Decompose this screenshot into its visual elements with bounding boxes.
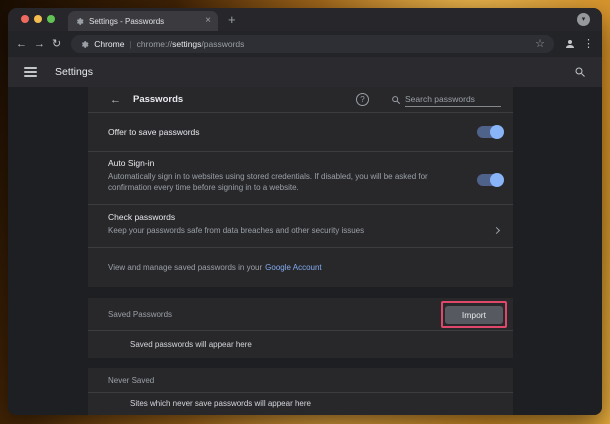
never-saved-empty-text: Sites which never save passwords will ap…: [130, 399, 311, 408]
settings-title: Settings: [55, 66, 93, 78]
url-scheme: chrome://: [136, 39, 173, 49]
check-passwords-row[interactable]: Check passwords Keep your passwords safe…: [88, 205, 513, 248]
saved-passwords-label: Saved Passwords: [108, 309, 173, 319]
annotation-highlight-box: Import: [440, 300, 507, 328]
browser-menu-icon[interactable]: ⋮: [583, 38, 594, 50]
search-passwords-group: [391, 92, 501, 107]
search-passwords-input[interactable]: [405, 92, 501, 107]
saved-passwords-empty-text: Saved passwords will appear here: [130, 340, 252, 349]
auto-sign-in-toggle[interactable]: [477, 173, 504, 187]
never-saved-label: Never Saved: [108, 375, 155, 385]
site-name-label: Chrome: [94, 39, 125, 49]
url-path: /passwords: [201, 39, 245, 49]
forward-button[interactable]: →: [34, 38, 45, 50]
never-saved-section: Never Saved Sites which never save passw…: [88, 368, 513, 415]
import-button[interactable]: Import: [444, 305, 503, 324]
chevron-right-icon: [492, 226, 501, 235]
tab-title: Settings - Passwords: [89, 16, 165, 26]
passwords-card: ← Passwords ? Offer to save passwords A: [88, 87, 513, 415]
reload-button[interactable]: ↻: [52, 38, 61, 50]
passwords-main-section: ← Passwords ? Offer to save passwords A: [88, 87, 513, 287]
auto-sign-in-label: Auto Sign-in: [108, 158, 155, 168]
offer-to-save-label: Offer to save passwords: [108, 127, 200, 137]
tab-strip: Settings - Passwords × + ▾: [8, 8, 602, 31]
browser-toolbar: ← → ↻ Chrome | chrome://settings/passwor…: [8, 31, 602, 57]
help-icon[interactable]: ?: [356, 93, 369, 106]
check-passwords-label: Check passwords: [108, 212, 176, 222]
passwords-page-header: ← Passwords ?: [88, 87, 513, 113]
search-passwords-icon: [392, 95, 401, 104]
back-button[interactable]: ←: [16, 38, 27, 50]
settings-favicon-gear-icon: [76, 17, 84, 25]
url-divider: |: [129, 39, 132, 49]
profile-avatar-icon[interactable]: [564, 38, 576, 50]
browser-tab[interactable]: Settings - Passwords ×: [68, 11, 218, 31]
window-controls: [21, 15, 55, 23]
toggle-thumb: [490, 173, 504, 187]
saved-passwords-header-row: Saved Passwords Import: [88, 298, 513, 331]
saved-passwords-section: Saved Passwords Import Saved passwords w…: [88, 298, 513, 358]
never-saved-header-row: Never Saved: [88, 368, 513, 393]
google-account-link[interactable]: Google Account: [265, 263, 321, 272]
check-passwords-description: Keep your passwords safe from data breac…: [108, 225, 365, 235]
new-tab-button[interactable]: +: [228, 12, 236, 28]
browser-window: Settings - Passwords × + ▾ ← → ↻ Chrome …: [8, 8, 602, 415]
close-window-button[interactable]: [21, 15, 29, 23]
saved-passwords-empty-row: Saved passwords will appear here: [88, 331, 513, 358]
auto-sign-in-row: Auto Sign-in Automatically sign in to we…: [88, 152, 513, 205]
manage-passwords-row: View and manage saved passwords in your G…: [88, 248, 513, 287]
minimize-window-button[interactable]: [34, 15, 42, 23]
search-icon[interactable]: [574, 66, 586, 78]
page-title: Passwords: [133, 94, 184, 105]
settings-header: Settings: [8, 57, 602, 87]
address-bar[interactable]: Chrome | chrome://settings/passwords ☆: [71, 35, 554, 53]
menu-icon[interactable]: [24, 67, 37, 77]
bookmark-star-icon[interactable]: ☆: [535, 38, 545, 50]
auto-sign-in-description: Automatically sign in to websites using …: [108, 171, 428, 193]
url-text: chrome://settings/passwords: [137, 39, 245, 49]
back-arrow-icon[interactable]: ←: [110, 94, 121, 106]
offer-to-save-row: Offer to save passwords: [88, 113, 513, 152]
page-info-gear-icon: [82, 40, 89, 48]
tab-search-button[interactable]: ▾: [577, 13, 590, 26]
offer-to-save-toggle[interactable]: [477, 125, 504, 139]
toggle-thumb: [490, 125, 504, 139]
tab-close-icon[interactable]: ×: [205, 16, 211, 26]
never-saved-empty-row: Sites which never save passwords will ap…: [88, 393, 513, 415]
zoom-window-button[interactable]: [47, 15, 55, 23]
settings-page: ← Passwords ? Offer to save passwords A: [8, 87, 602, 415]
manage-passwords-text: View and manage saved passwords in your G…: [108, 262, 322, 272]
url-host: settings: [172, 39, 202, 49]
